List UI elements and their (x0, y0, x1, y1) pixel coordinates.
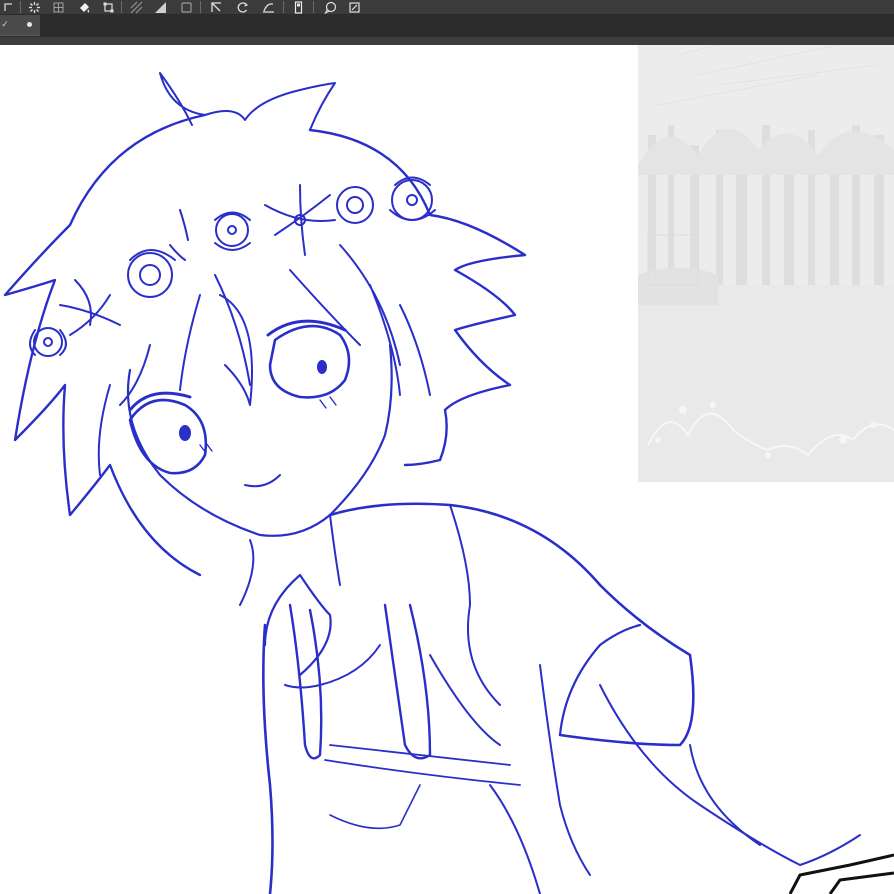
toolbar-separator (121, 1, 122, 13)
character-sketch-layer (3, 72, 894, 894)
pixel-grid-icon[interactable] (50, 0, 66, 14)
grid-icon[interactable] (128, 0, 144, 14)
tab-grip-icon: ✓ (1, 20, 9, 30)
ruler-icon[interactable] (290, 0, 306, 14)
gradient-icon[interactable] (152, 0, 168, 14)
unsaved-indicator-icon (27, 22, 32, 27)
lasso-select-icon[interactable] (0, 0, 16, 14)
rotate-icon[interactable] (234, 0, 250, 14)
magic-wand-icon[interactable] (26, 0, 42, 14)
move-icon[interactable] (208, 0, 224, 14)
document-tab-bar: ✓ (0, 15, 894, 37)
toolbar-separator (313, 1, 314, 13)
canvas-frame (0, 37, 894, 45)
drawing-canvas[interactable] (0, 45, 894, 894)
layer-mask-icon[interactable] (178, 0, 194, 14)
toolbar-separator (200, 1, 201, 13)
fit-canvas-icon[interactable] (346, 0, 362, 14)
fill-bucket-icon[interactable] (76, 0, 92, 14)
transform-icon[interactable] (100, 0, 116, 14)
top-toolbar (0, 0, 894, 15)
document-tab[interactable]: ✓ (0, 15, 40, 36)
speech-bubble-icon[interactable] (322, 0, 338, 14)
curve-icon[interactable] (260, 0, 276, 14)
toolbar-separator (283, 1, 284, 13)
toolbar-separator (20, 1, 21, 13)
